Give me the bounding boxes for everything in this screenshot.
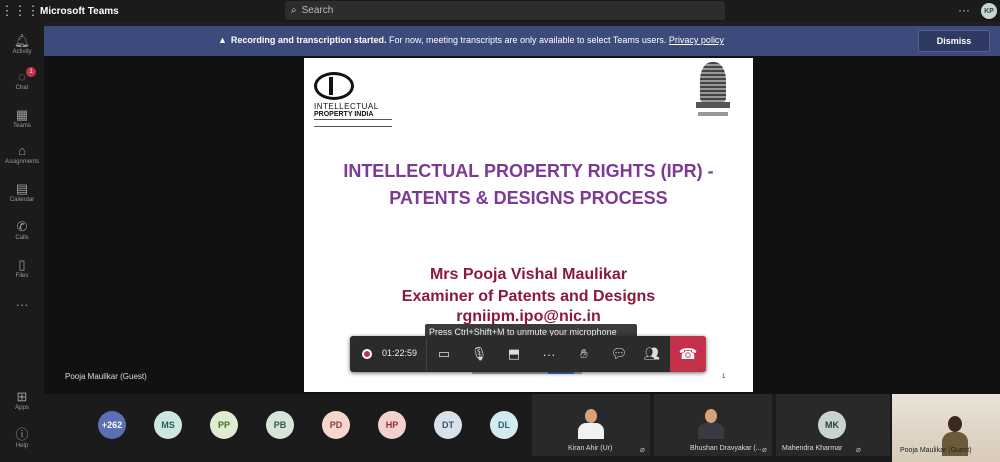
privacy-policy-link[interactable]: Privacy policy [669, 35, 724, 45]
mic-off-icon: ⌀ [762, 445, 767, 454]
rail-label: Teams [13, 123, 31, 129]
camera-off-icon[interactable]: ▭ [432, 344, 456, 364]
presenter-label: Pooja Maulikar (Guest) [65, 372, 147, 381]
teams-icon: ▦ [15, 107, 29, 122]
rail-label: Calendar [9, 197, 35, 203]
chat-badge: 1 [26, 67, 36, 77]
phone-hangup-icon: ☎ [678, 346, 698, 363]
slide-presenter: Mrs Pooja Vishal Maulikar Examiner of Pa… [304, 264, 753, 308]
rail-label: Chat [15, 85, 29, 91]
mic-off-icon: ⌀ [856, 445, 861, 454]
participant-avatar[interactable]: PD [322, 411, 350, 439]
rail-label: Files [15, 273, 29, 279]
national-emblem [694, 62, 732, 120]
share-screen-icon[interactable]: ⬒ [502, 344, 526, 364]
apps-icon: ⊞ [16, 389, 28, 404]
more-actions-icon[interactable]: ··· [537, 344, 561, 364]
participant-avatar[interactable]: PB [266, 411, 294, 439]
phone-icon: ✆ [16, 219, 28, 234]
rail-item-calendar[interactable]: ▤ Calendar [0, 181, 44, 204]
rail-label: Apps [15, 405, 29, 411]
call-controls: 01:22:59 ▭ 🎙︎ ⬒ ··· ✋︎ 💬︎ 👥︎ ☎ [350, 336, 706, 372]
banner-text: For now, meeting transcripts are only av… [386, 35, 669, 45]
participant-strip: +262 MS PP PB PD HP DT DL Kiran Ahir (Ur… [44, 394, 1000, 462]
help-icon: ⓘ [15, 427, 29, 442]
participant-avatar[interactable]: HP [378, 411, 406, 439]
dismiss-button[interactable]: Dismiss [918, 30, 990, 52]
slide-title-line2: PATENTS & DESIGNS PROCESS [389, 188, 668, 208]
participant-video [698, 409, 724, 439]
slide-page-number: 1 [722, 374, 726, 380]
participants-icon[interactable]: 👥︎ [640, 344, 664, 364]
recording-indicator-icon [362, 349, 372, 359]
logo-fine-print [314, 119, 392, 127]
app-launcher-icon[interactable]: ⋮⋮⋮ [0, 0, 40, 22]
app-rail: 🔔︎ Activity ◌ 1 Chat ▦ Teams ⌂ Assignmen… [0, 22, 44, 462]
chat-icon: ◌ [18, 69, 26, 84]
search-icon: ⌕ [291, 5, 297, 16]
participant-avatar[interactable]: PP [210, 411, 238, 439]
overflow-participants[interactable]: +262 [98, 411, 126, 439]
rail-item-teams[interactable]: ▦ Teams [0, 107, 44, 130]
presenter-role: Examiner of Patents and Designs [401, 288, 656, 305]
participant-avatar[interactable]: DT [434, 411, 462, 439]
search-input[interactable]: ⌕ Search [285, 1, 725, 20]
rail-item-chat[interactable]: ◌ 1 Chat [0, 67, 44, 91]
rail-label: Calls [15, 235, 29, 241]
rail-item-assignments[interactable]: ⌂ Assignments [0, 143, 44, 166]
participant-tile[interactable]: Bhushan Dravyakar (... ⌀ [654, 394, 772, 456]
chat-icon[interactable]: 💬︎ [607, 344, 631, 364]
presenter-name: Mrs Pooja Vishal Maulikar [429, 266, 628, 283]
participant-name: Bhushan Dravyakar (... [690, 445, 762, 452]
participant-avatar[interactable]: MS [154, 411, 182, 439]
participant-name: Kiran Ahir (Ur) [568, 445, 613, 452]
warning-icon: ▲ [218, 35, 227, 45]
rail-item-calls[interactable]: ✆ Calls [0, 219, 44, 242]
ip-india-mark [314, 72, 354, 100]
hang-up-button[interactable]: ☎ [670, 336, 706, 372]
ip-india-logo: INTELLECTUAL PROPERTY INDIA [314, 72, 404, 132]
rail-label: Assignments [4, 159, 40, 165]
assignments-icon: ⌂ [18, 143, 26, 158]
participant-avatar: MK [818, 411, 846, 439]
logo-line2: PROPERTY INDIA [314, 111, 374, 118]
participant-tile[interactable]: Kiran Ahir (Ur) ⌀ [532, 394, 650, 456]
participant-name: Pooja Maulikar (Guest) [900, 447, 972, 454]
app-title: Microsoft Teams [40, 5, 119, 17]
mic-off-icon: ⌀ [640, 445, 645, 454]
slide-title: INTELLECTUAL PROPERTY RIGHTS (IPR) - PAT… [304, 158, 753, 212]
participant-tile[interactable]: MK Mahendra Kharmar ⌀ [776, 394, 890, 456]
calendar-icon: ▤ [15, 181, 29, 196]
participant-avatar[interactable]: DL [490, 411, 518, 439]
participant-name: Mahendra Kharmar [782, 445, 843, 452]
slide-title-line1: INTELLECTUAL PROPERTY RIGHTS (IPR) - [343, 161, 714, 181]
banner-bold: Recording and transcription started. [230, 35, 387, 45]
recording-banner: ▲ Recording and transcription started. Fo… [44, 26, 1000, 56]
search-placeholder: Search [301, 5, 334, 16]
participant-video [578, 409, 604, 439]
rail-item-activity[interactable]: 🔔︎ Activity [0, 33, 44, 56]
guest-video-tile[interactable]: Pooja Maulikar (Guest) [892, 394, 1000, 462]
logo-line1: INTELLECTUAL [314, 102, 379, 111]
more-options-icon[interactable]: ··· [958, 3, 970, 17]
banner-message: ▲ Recording and transcription started. Fo… [218, 35, 724, 45]
rail-item-files[interactable]: ▯ Files [0, 257, 44, 280]
rail-item-apps[interactable]: ⊞ Apps [0, 389, 44, 412]
mic-off-icon[interactable]: 🎙︎ [467, 344, 491, 364]
call-timer: 01:22:59 [382, 348, 418, 358]
rail-label: Help [15, 443, 29, 449]
rail-more-icon[interactable]: ··· [0, 298, 44, 312]
bell-icon: 🔔︎ [13, 33, 31, 48]
file-icon: ▯ [18, 257, 26, 272]
rail-label: Activity [12, 49, 32, 55]
user-avatar[interactable]: KP [981, 3, 997, 19]
rail-item-help[interactable]: ⓘ Help [0, 427, 44, 450]
raise-hand-icon[interactable]: ✋︎ [572, 344, 596, 364]
